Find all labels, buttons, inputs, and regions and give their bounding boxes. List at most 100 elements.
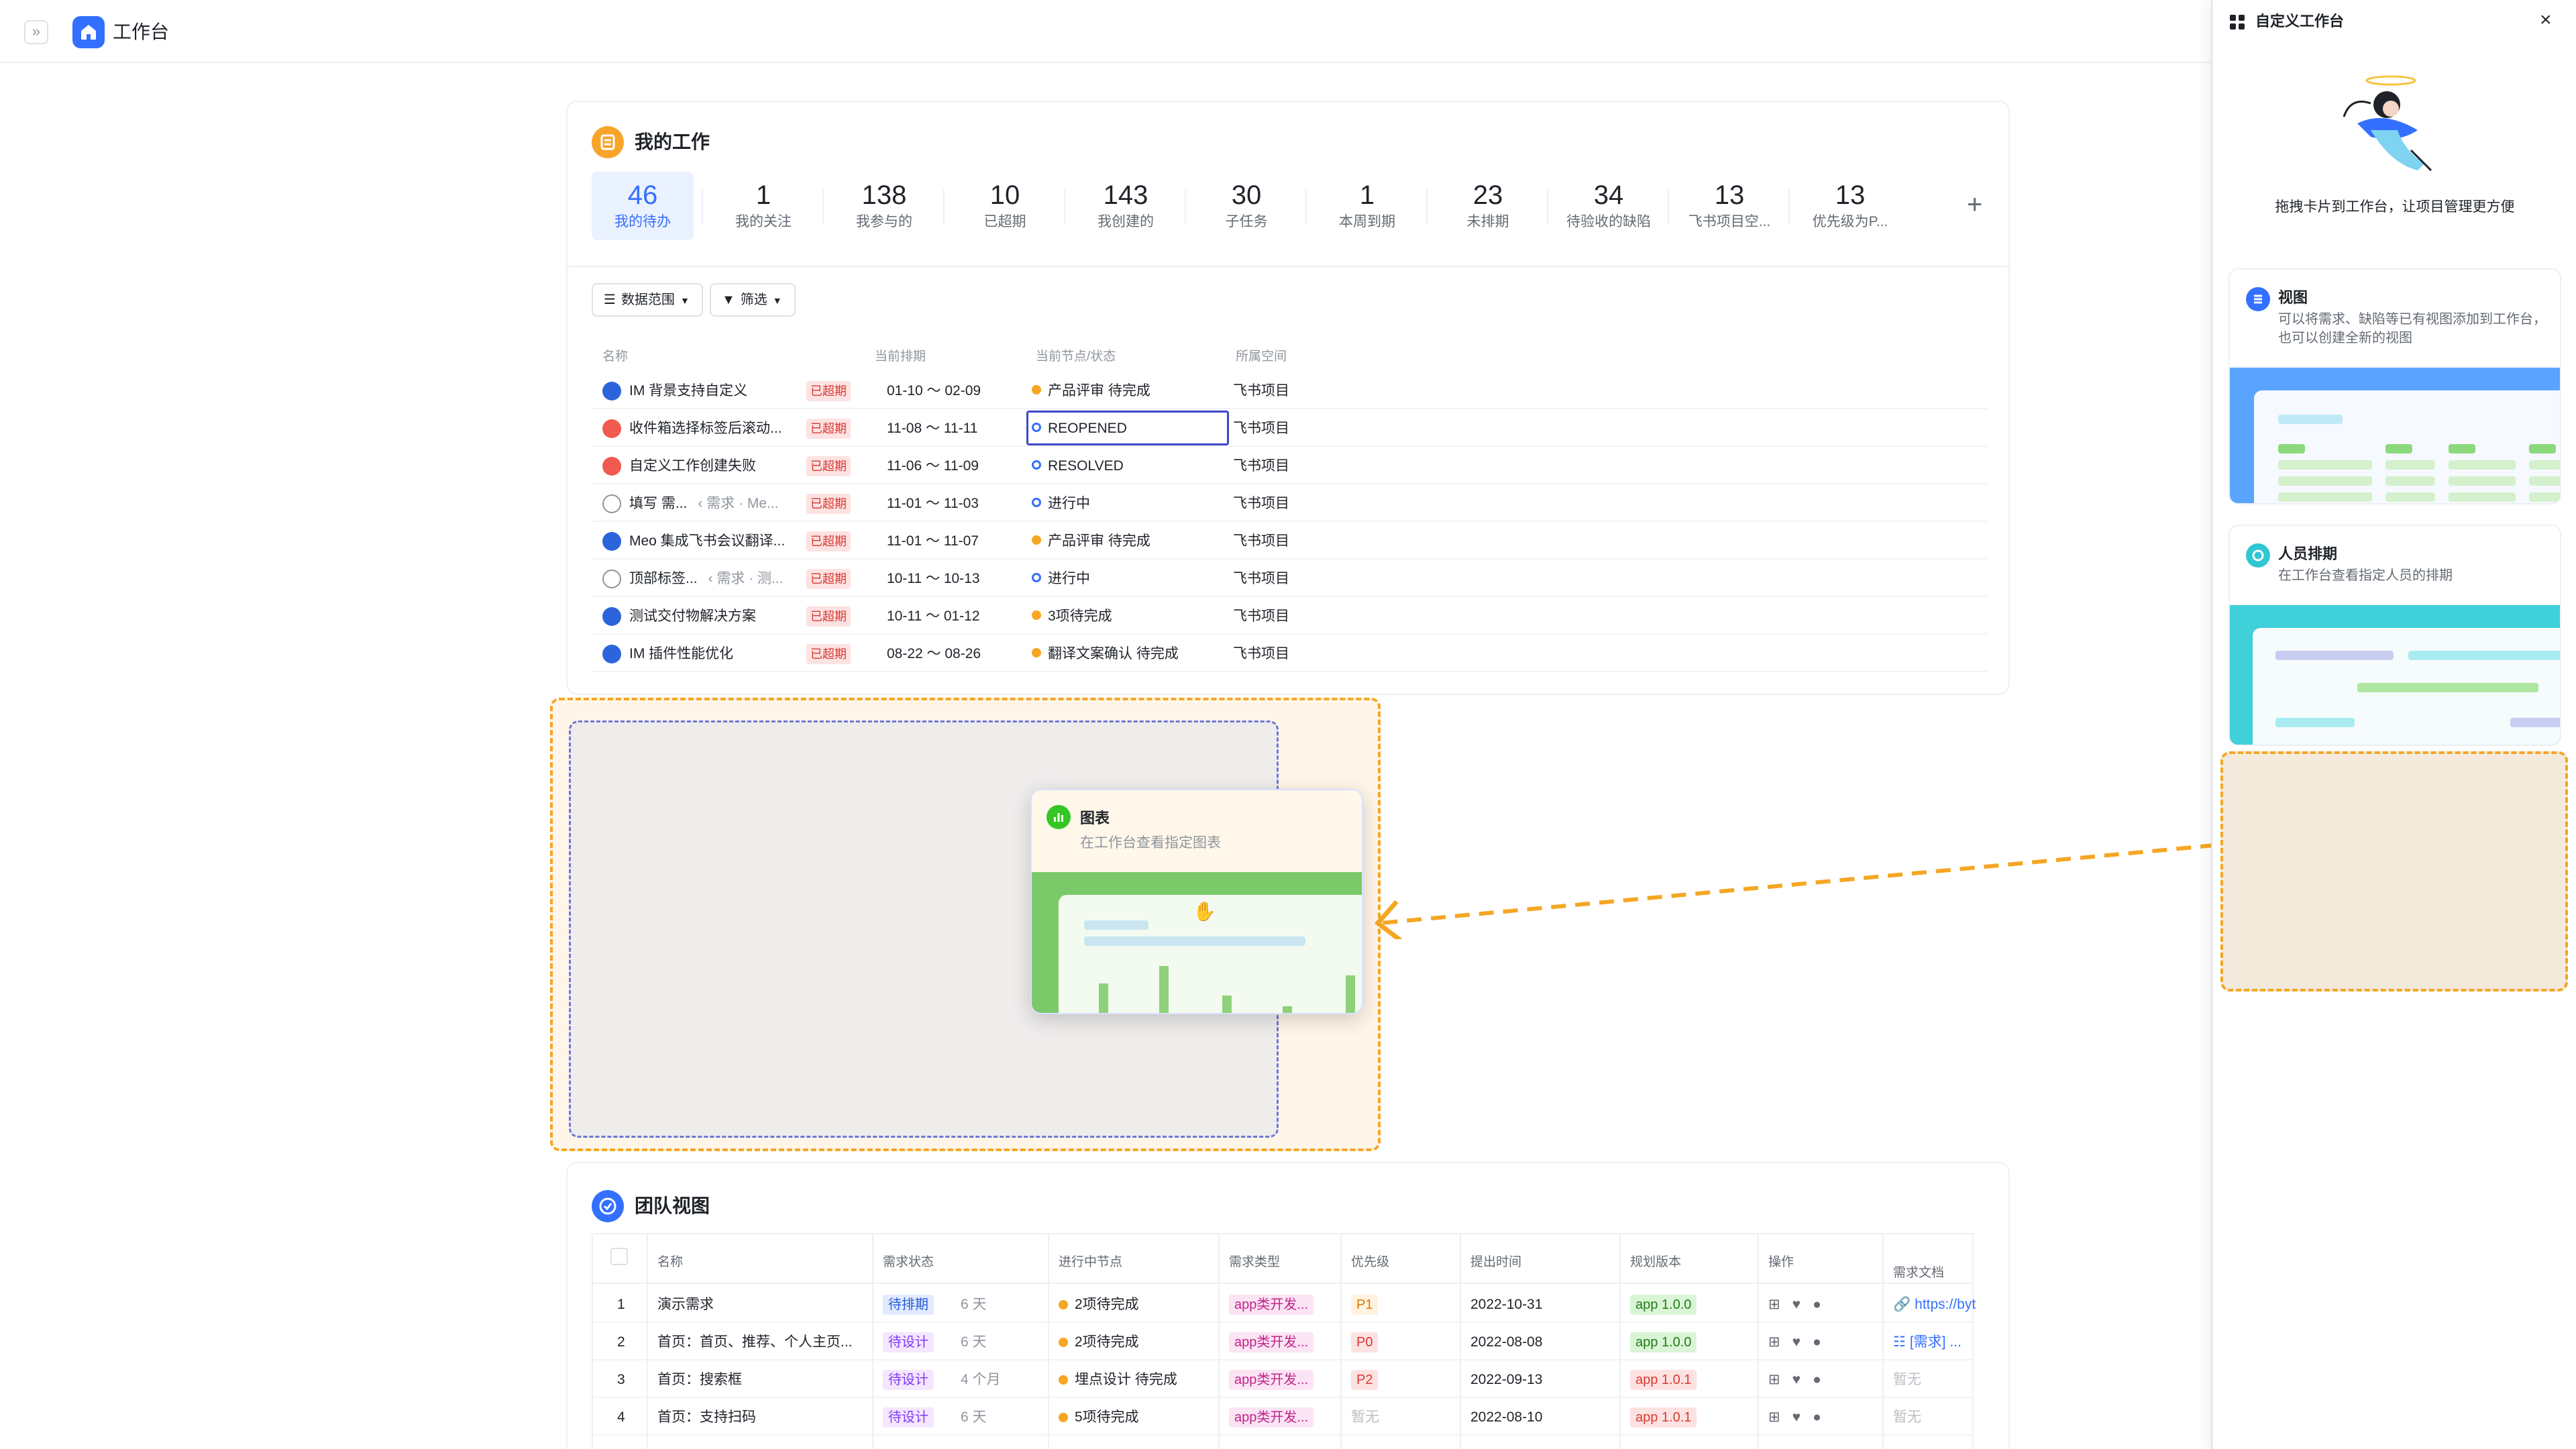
filter-button[interactable]: ▼ 筛选 ▼ <box>710 283 796 317</box>
stat-tab-space[interactable]: 13 飞书项目空... <box>1678 172 1780 240</box>
row-index: 3 <box>617 1372 625 1387</box>
requirement-type-tag[interactable]: app类开发... <box>1229 1370 1314 1390</box>
stat-tab-participated[interactable]: 138 我参与的 <box>833 172 935 240</box>
heart-icon[interactable]: ♥ <box>1792 1372 1801 1387</box>
grid-icon[interactable]: ⊞ <box>1768 1334 1780 1350</box>
overdue-badge: 已超期 <box>806 381 851 401</box>
comment-icon[interactable]: ● <box>1813 1334 1821 1350</box>
stat-tab-due-this-week[interactable]: 1 本周到期 <box>1316 172 1418 240</box>
version-tag[interactable]: app 1.0.0 <box>1630 1332 1697 1352</box>
requirement-status-tag[interactable]: 待设计 <box>883 1332 934 1352</box>
stat-tab-todo[interactable]: 46 我的待办 <box>592 172 694 240</box>
version-tag[interactable]: app 1.0.1 <box>1630 1370 1697 1390</box>
column-header: 操作 <box>1768 1255 1794 1269</box>
heart-icon[interactable]: ♥ <box>1792 1297 1801 1312</box>
requirement-doc[interactable]: 暂无 <box>1893 1407 1921 1428</box>
work-item-row[interactable]: IM 插件性能优化 已超期 08-22 ～ 08-26 翻译文案确认 待完成 飞书项目 <box>592 635 1987 672</box>
in-progress-node[interactable]: 埋点设计 待完成 <box>1059 1370 1177 1390</box>
add-stat-button[interactable]: + <box>1967 188 1982 221</box>
team-table-row[interactable]: 3 首页：搜索框 待设计 4 个月 埋点设计 待完成 app类开发... P2 2022-09… <box>593 1360 1972 1398</box>
work-item-row[interactable]: 收件箱选择标签后滚动... 已超期 11-08 ～ 11-11 REOPENED 飞书项… <box>592 409 1987 447</box>
requirement-type-tag[interactable]: app类开发... <box>1229 1332 1314 1352</box>
node-status[interactable]: 产品评审 待完成 <box>1032 531 1150 551</box>
team-table-row[interactable]: 2 首页：首页、推荐、个人主页... 待设计 6 天 2项待完成 app类开发... P0 2… <box>593 1323 1972 1360</box>
stat-tab-created[interactable]: 143 我创建的 <box>1075 172 1177 240</box>
work-item-row[interactable]: 自定义工作创建失败 已超期 11-06 ～ 11-09 RESOLVED 飞书项目 <box>592 447 1987 484</box>
requirement-name[interactable]: 首页：搜索框 <box>657 1370 742 1390</box>
home-icon[interactable] <box>72 16 105 48</box>
people-schedule-card[interactable]: 人员排期 在工作台查看指定人员的排期 <box>2229 525 2561 746</box>
in-progress-node[interactable]: 2项待完成 <box>1059 1332 1139 1352</box>
priority-tag[interactable]: 暂无 <box>1351 1407 1379 1428</box>
node-status[interactable]: 3项待完成 <box>1032 606 1112 627</box>
requirement-status-tag[interactable]: 待排期 <box>883 1295 934 1315</box>
requirement-type-tag[interactable]: app类开发... <box>1229 1295 1314 1315</box>
in-progress-node[interactable]: 5项待完成 <box>1059 1407 1139 1428</box>
work-item-name[interactable]: Meo 集成飞书会议翻译... <box>629 531 785 551</box>
requirement-name[interactable]: 首页：支持扫码 <box>657 1407 756 1428</box>
in-progress-node[interactable]: 2项待完成 <box>1059 1295 1139 1315</box>
column-header-node: 当前节点/状态 <box>1036 350 1116 364</box>
work-item-name[interactable]: 自定义工作创建失败 <box>629 456 756 476</box>
work-item-name[interactable]: 填写 需... ‹ 需求 · Me... <box>629 494 779 514</box>
work-item-row[interactable]: IM 背景支持自定义 已超期 01-10 ～ 02-09 产品评审 待完成 飞书项目 <box>592 372 1987 409</box>
grid-icon[interactable]: ⊞ <box>1768 1297 1780 1312</box>
requirement-status-tag[interactable]: 待设计 <box>883 1407 934 1428</box>
priority-tag[interactable]: P2 <box>1351 1370 1379 1390</box>
work-item-name[interactable]: IM 插件性能优化 <box>629 644 733 664</box>
stat-tab-following[interactable]: 1 我的关注 <box>712 172 814 240</box>
stat-divider <box>1064 189 1065 224</box>
work-item-row[interactable]: 填写 需... ‹ 需求 · Me... 已超期 11-01 ～ 11-03 进行中 飞书… <box>592 484 1987 522</box>
requirement-type-tag[interactable]: app类开发... <box>1229 1407 1314 1428</box>
stat-divider <box>1185 189 1186 224</box>
requirement-name[interactable]: 演示需求 <box>657 1295 714 1315</box>
data-scope-button[interactable]: ☰ 数据范围 ▼ <box>592 283 703 317</box>
node-status[interactable]: 进行中 <box>1032 569 1090 589</box>
stat-tab-defects-to-verify[interactable]: 34 待验收的缺陷 <box>1558 172 1660 240</box>
team-table-row[interactable]: 1 演示需求 待排期 6 天 2项待完成 app类开发... P1 2022-10-31 app… <box>593 1285 1976 1323</box>
grid-icon[interactable]: ⊞ <box>1768 1372 1780 1387</box>
stat-tab-unscheduled[interactable]: 23 未排期 <box>1437 172 1539 240</box>
work-item-name[interactable]: IM 背景支持自定义 <box>629 381 747 401</box>
work-item-row[interactable]: 顶部标签... ‹ 需求 · 测... 已超期 10-11 ～ 10-13 进行中 飞书项… <box>592 559 1987 597</box>
grid-icon[interactable]: ⊞ <box>1768 1409 1780 1425</box>
work-item-status-icon <box>602 532 621 551</box>
stat-tab-subtasks[interactable]: 30 子任务 <box>1195 172 1297 240</box>
status-edit-focus[interactable] <box>1026 411 1229 445</box>
node-status[interactable]: 产品评审 待完成 <box>1032 381 1150 401</box>
requirement-doc[interactable]: 🔗 https://byt <box>1893 1295 1976 1315</box>
view-card[interactable]: 视图 可以将需求、缺陷等已有视图添加到工作台，也可以创建全新的视图 <box>2229 268 2561 504</box>
requirement-name[interactable]: 首页：首页、推荐、个人主页... <box>657 1332 853 1352</box>
work-item-name[interactable]: 测试交付物解决方案 <box>629 606 756 627</box>
caret-down-icon: ▼ <box>680 295 690 306</box>
work-item-row[interactable]: Meo 集成飞书会议翻译... 已超期 11-01 ～ 11-07 产品评审 待完成 飞… <box>592 522 1987 559</box>
comment-icon[interactable]: ● <box>1813 1409 1821 1425</box>
row-actions: ⊞ ♥ ● <box>1768 1295 1821 1315</box>
team-table-row[interactable]: 4 首页：支持扫码 待设计 6 天 5项待完成 app类开发... 暂无 2022-08-10… <box>593 1398 1972 1436</box>
priority-tag[interactable]: P1 <box>1351 1295 1379 1315</box>
version-tag[interactable]: app 1.0.0 <box>1630 1295 1697 1315</box>
requirement-doc[interactable]: ☷ [需求] ... <box>1893 1332 1962 1352</box>
node-status[interactable]: RESOLVED <box>1032 456 1124 476</box>
work-item-name[interactable]: 收件箱选择标签后滚动... <box>629 419 782 439</box>
close-panel-button[interactable]: × <box>2540 8 2552 32</box>
version-tag[interactable]: app 1.0.1 <box>1630 1407 1697 1428</box>
row-actions: ⊞ ♥ ● <box>1768 1407 1821 1428</box>
work-item-name[interactable]: 顶部标签... ‹ 需求 · 测... <box>629 569 784 589</box>
requirement-doc[interactable]: 暂无 <box>1893 1370 1921 1390</box>
heart-icon[interactable]: ♥ <box>1792 1409 1801 1425</box>
comment-icon[interactable]: ● <box>1813 1297 1821 1312</box>
team-view-card: 团队视图 名称 需求状态 进行中节点 需求类型 优先级 提出时间 规划版本 操作… <box>566 1162 2010 1449</box>
heart-icon[interactable]: ♥ <box>1792 1334 1801 1350</box>
priority-tag[interactable]: P0 <box>1351 1332 1379 1352</box>
work-item-row[interactable]: 测试交付物解决方案 已超期 10-11 ～ 01-12 3项待完成 飞书项目 <box>592 597 1987 635</box>
comment-icon[interactable]: ● <box>1813 1372 1821 1387</box>
node-status[interactable]: 翻译文案确认 待完成 <box>1032 644 1179 664</box>
status-dot-icon <box>1059 1375 1068 1385</box>
node-status[interactable]: 进行中 <box>1032 494 1090 514</box>
expand-sidebar-button[interactable]: » <box>24 20 48 44</box>
stat-tab-overdue[interactable]: 10 已超期 <box>954 172 1056 240</box>
stat-tab-priority[interactable]: 13 优先级为P... <box>1799 172 1901 240</box>
select-all-checkbox[interactable] <box>610 1248 628 1265</box>
requirement-status-tag[interactable]: 待设计 <box>883 1370 934 1390</box>
